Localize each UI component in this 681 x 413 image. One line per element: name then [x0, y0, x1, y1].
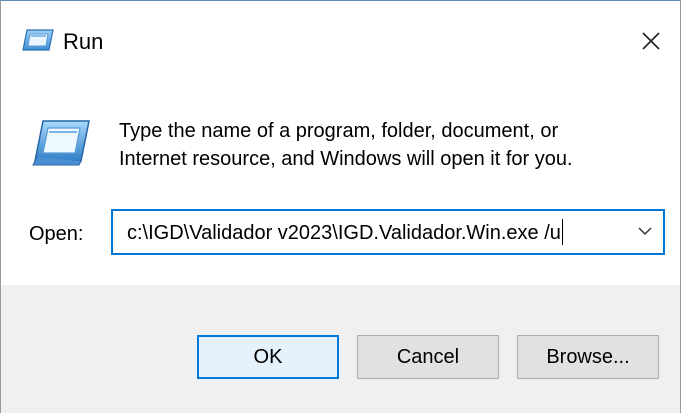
description-text: Type the name of a program, folder, docu…: [119, 117, 659, 173]
cancel-button[interactable]: Cancel: [357, 335, 499, 379]
run-large-icon: [31, 117, 91, 169]
run-icon: [21, 27, 55, 53]
window-title: Run: [63, 29, 104, 54]
close-button[interactable]: [620, 15, 680, 71]
text-caret: [561, 219, 563, 246]
title-bar[interactable]: Run: [1, 1, 680, 83]
dropdown-button[interactable]: [631, 217, 659, 247]
ok-button[interactable]: OK: [197, 335, 339, 379]
browse-button[interactable]: Browse...: [517, 335, 659, 379]
open-input[interactable]: c:\IGD\Validador v2023\IGD.Validador.Win…: [127, 219, 563, 246]
run-dialog: Run Type the name of a program, folder, …: [0, 0, 681, 413]
open-combobox[interactable]: c:\IGD\Validador v2023\IGD.Validador.Win…: [111, 209, 665, 255]
description-line-2: Internet resource, and Windows will open…: [119, 148, 573, 170]
open-input-value: c:\IGD\Validador v2023\IGD.Validador.Win…: [127, 222, 561, 244]
description-line-1: Type the name of a program, folder, docu…: [119, 120, 559, 142]
close-icon: [641, 31, 661, 56]
chevron-down-icon: [638, 223, 652, 241]
button-bar: OK Cancel Browse...: [1, 285, 680, 413]
open-label: Open:: [29, 223, 84, 245]
